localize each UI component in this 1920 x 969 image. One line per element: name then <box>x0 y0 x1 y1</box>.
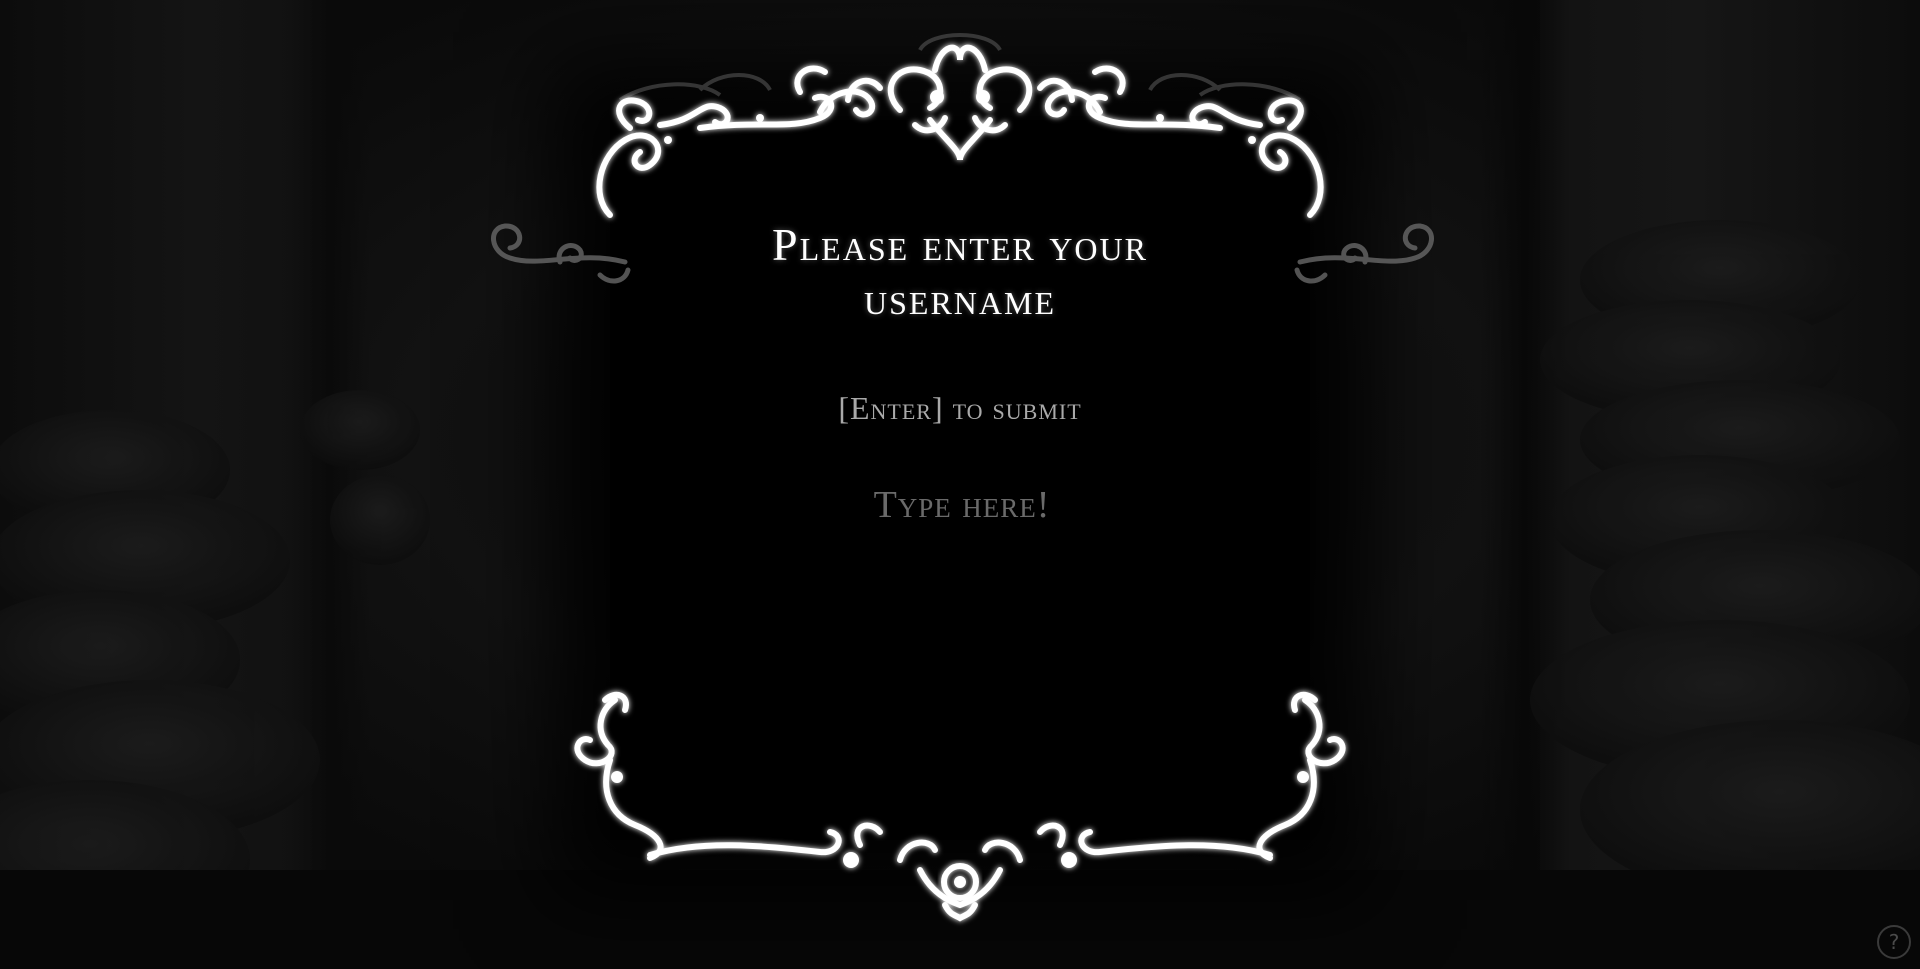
help-button[interactable]: ? <box>1877 925 1911 959</box>
prompt-title: Please enter your username <box>660 218 1260 326</box>
question-mark-icon: ? <box>1888 930 1900 954</box>
username-input[interactable] <box>760 476 1164 534</box>
prompt-title-line-1: Please enter your <box>772 219 1148 270</box>
game-screen: Please enter your username [Enter] to su… <box>0 0 1920 969</box>
submit-hint: [Enter] to submit <box>838 390 1082 426</box>
prompt-title-line-2: username <box>863 273 1056 324</box>
